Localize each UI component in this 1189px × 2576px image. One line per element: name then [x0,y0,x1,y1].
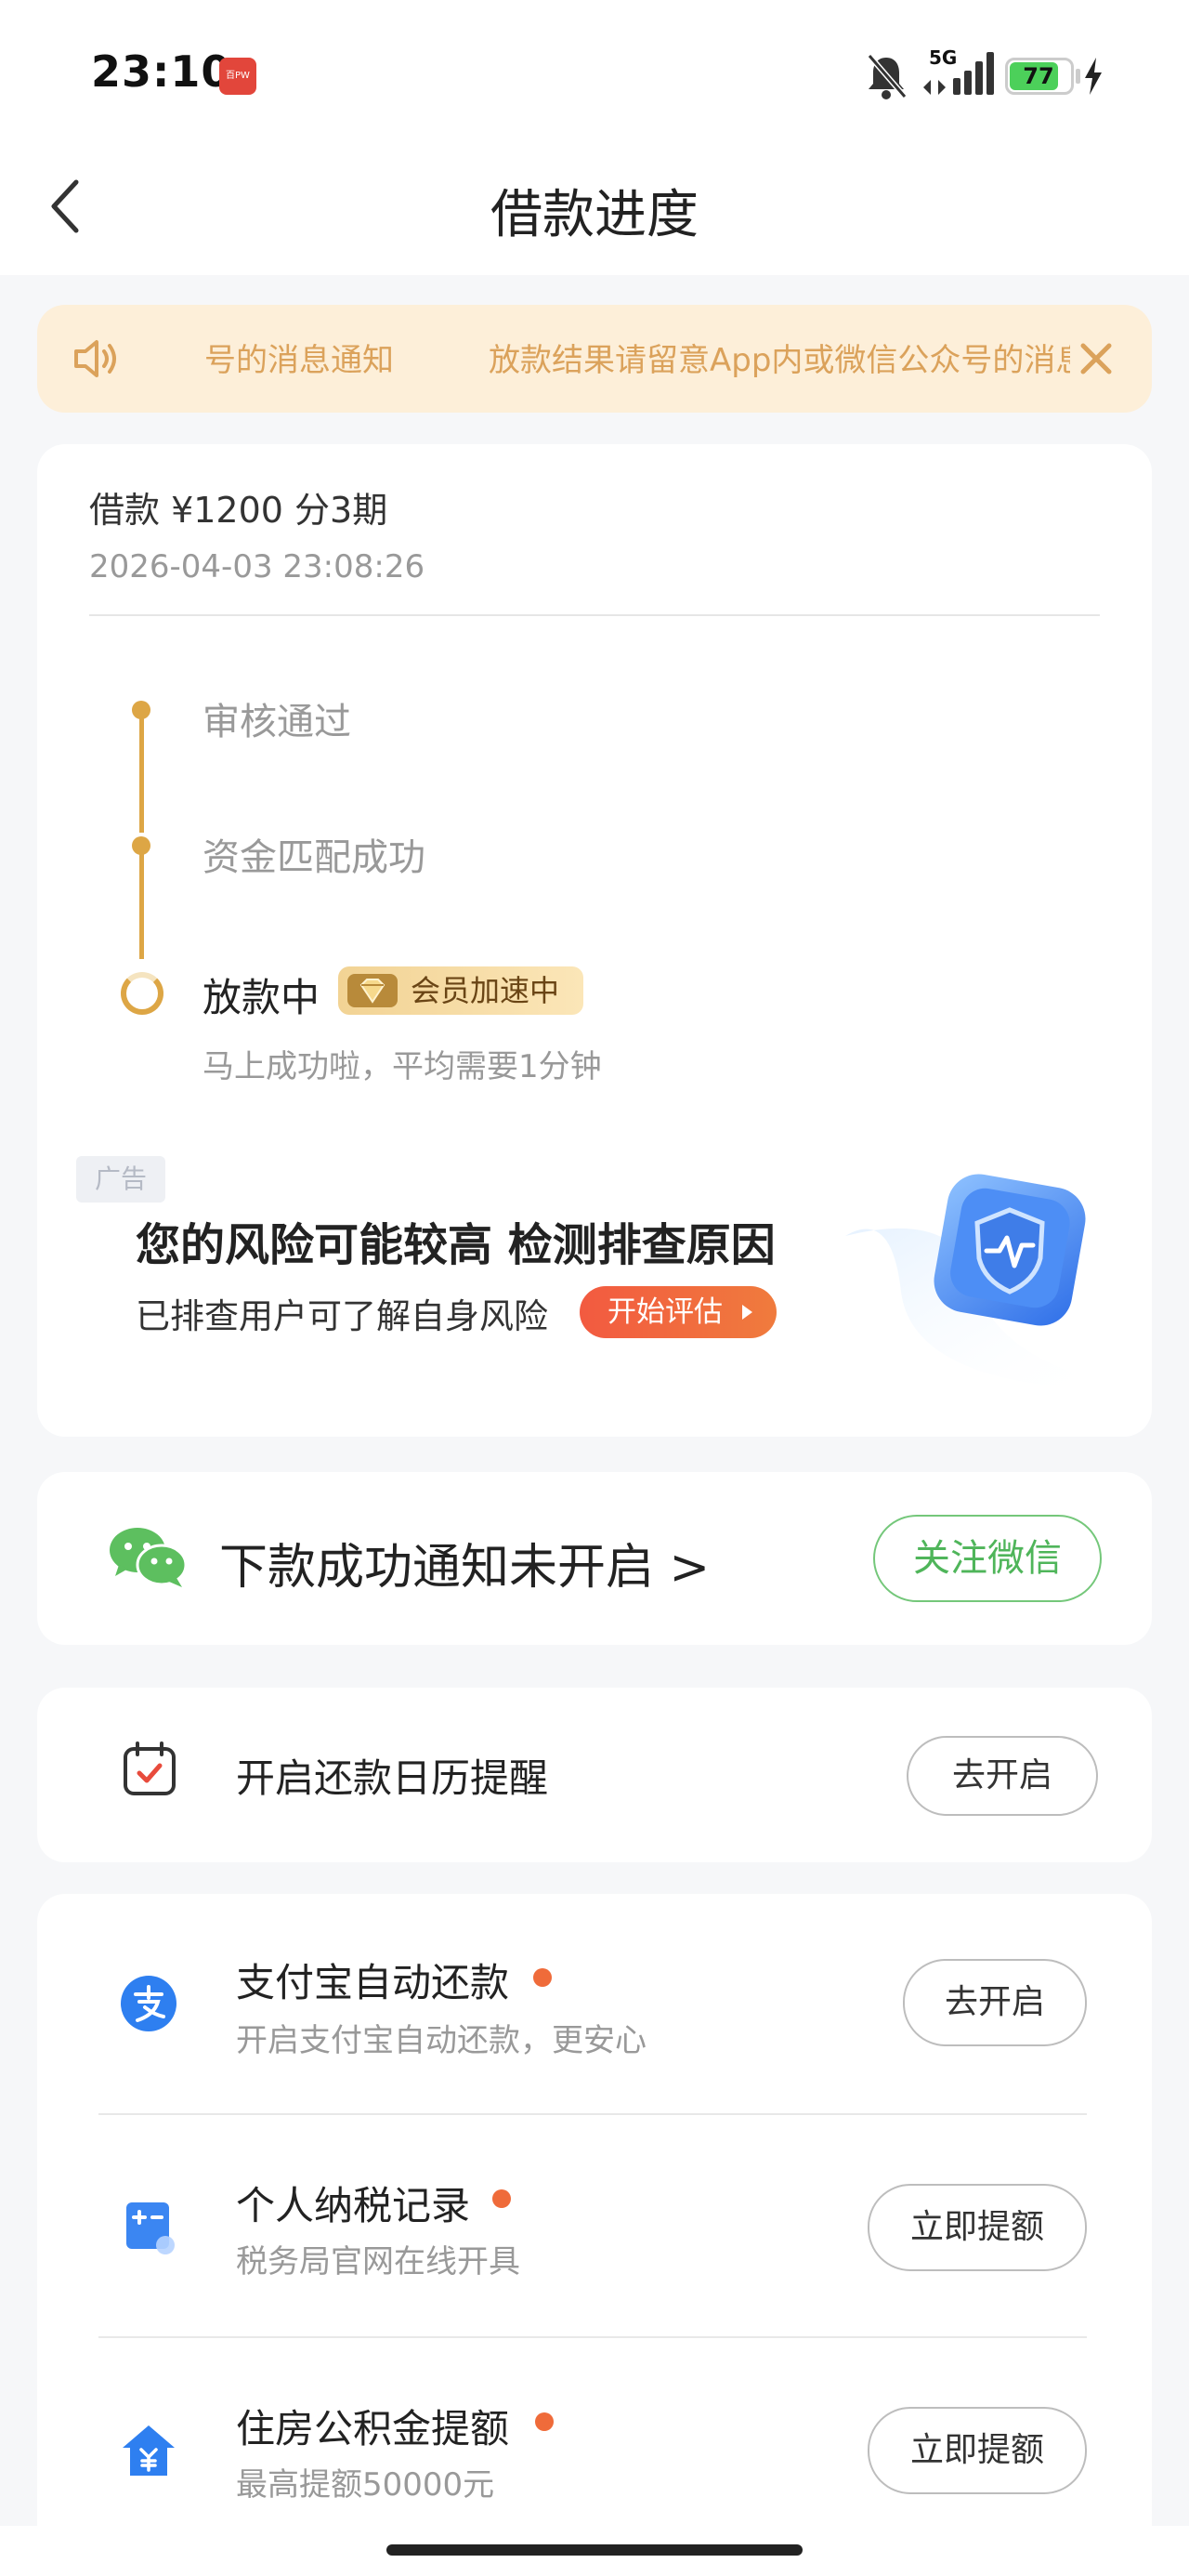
bell-muted-icon [867,54,908,99]
wechat-icon [110,1528,188,1587]
home-indicator[interactable] [386,2544,803,2556]
shield-check-illustration-icon [845,1174,1115,1385]
step-label-current: 放款中 [203,975,320,1020]
start-assessment-label: 开始评估 [608,1295,723,1329]
list-item-title: 支付宝自动还款 [236,1960,510,2005]
play-triangle-icon [742,1305,752,1320]
calendar-reminder-text: 开启还款日历提醒 [236,1755,549,1801]
step-label: 资金匹配成功 [203,836,425,879]
list-item-title: 个人纳税记录 [236,2183,471,2228]
loan-summary: 借款 ¥1200 分3期 [89,490,388,531]
battery-percent: 77 [1023,63,1054,89]
close-icon[interactable] [1078,340,1115,377]
follow-wechat-button[interactable]: 关注微信 [873,1515,1102,1602]
diamond-icon [347,974,398,1007]
divider [89,614,1100,616]
timeline-loading-ring [121,972,163,1015]
housing-fund-boost-button[interactable]: 立即提额 [868,2407,1087,2494]
unread-dot [533,1968,552,1987]
step-subtext: 马上成功啦，平均需要1分钟 [203,1048,602,1085]
loan-datetime: 2026-04-03 23:08:26 [89,548,425,585]
calendar-check-icon [124,1741,176,1795]
battery-tip [1076,69,1080,84]
back-arrow-icon[interactable] [46,177,84,236]
enable-alipay-button[interactable]: 去开启 [903,1959,1087,2046]
ad-tag: 广告 [76,1156,165,1203]
alipay-icon [121,1976,176,2031]
tax-boost-button[interactable]: 立即提额 [868,2184,1087,2271]
battery-indicator: 77 [1005,58,1074,95]
ad-subtitle[interactable]: 已排查用户可了解自身风险 [136,1288,548,1338]
page-title: 借款进度 [490,185,699,245]
timeline-dot-done [132,701,150,719]
divider [98,2113,1087,2115]
unread-dot [535,2412,554,2431]
list-item-subtitle: 开启支付宝自动还款，更安心 [236,2022,647,2059]
timeline-dot-done [132,836,150,855]
network-label: 5G [929,46,958,69]
speaker-icon [74,340,116,377]
list-item-title: 住房公积金提额 [236,2406,510,2451]
notice-text: 号的消息通知 放款结果请留意App内或微信公众号的消息 [141,342,1070,379]
app-notification-icon: 百PW [219,58,256,95]
list-item-subtitle: 最高提额50000元 [236,2466,495,2504]
vip-badge-text: 会员加速中 [411,973,560,1008]
divider [98,2336,1087,2338]
house-yuan-icon [123,2425,175,2476]
status-time: 23:10 [91,46,232,97]
calculator-icon [126,2202,175,2254]
timeline-line [139,849,144,959]
timeline-line [139,712,144,833]
unread-dot [492,2189,511,2208]
wechat-notify-text[interactable]: 下款成功通知未开启 > [219,1528,710,1597]
start-assessment-button[interactable]: 开始评估 [580,1286,777,1338]
charging-bolt-icon [1085,58,1102,95]
list-item-subtitle: 税务局官网在线开具 [236,2243,520,2280]
enable-calendar-button[interactable]: 去开启 [907,1736,1098,1816]
ad-title[interactable]: 您的风险可能较高 检测排查原因 [136,1208,776,1273]
step-label: 审核通过 [203,701,351,743]
